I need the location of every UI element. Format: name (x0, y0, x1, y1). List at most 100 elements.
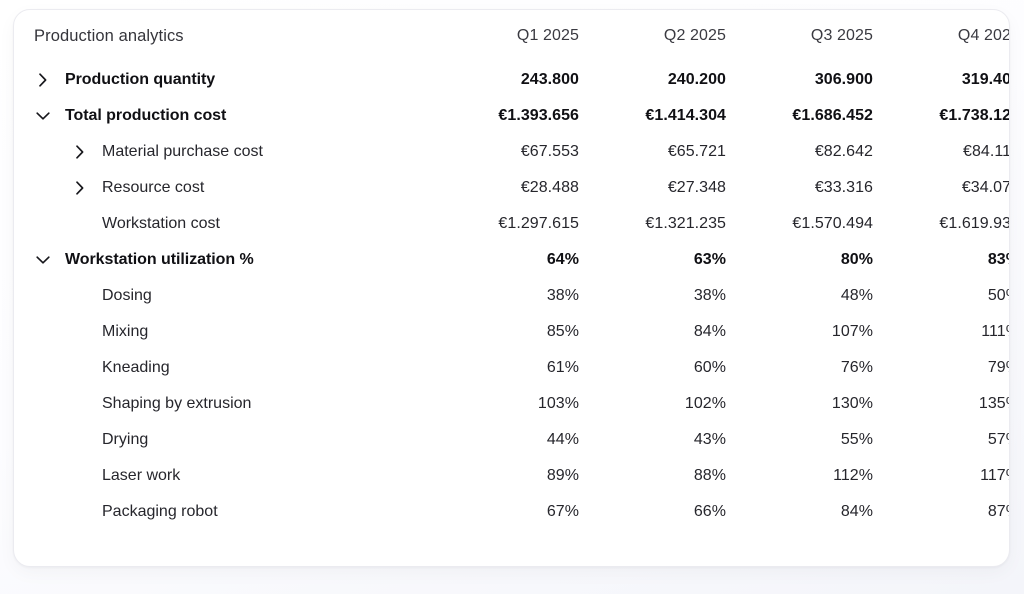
row-value-cell: 79% (987, 359, 1009, 376)
row-value-cell: 243.800 (520, 71, 579, 88)
row-value-cell: 319.400 (961, 71, 1009, 88)
row-label[interactable]: Mixing (102, 323, 148, 341)
row-value-cell: 63% (693, 251, 726, 268)
chevron-right-icon[interactable] (71, 179, 89, 197)
chevron-placeholder (71, 215, 89, 233)
row-label-cell: Packaging robot (14, 494, 434, 530)
row-value-cell: €1.738.129 (939, 107, 1009, 124)
chevron-placeholder (71, 395, 89, 413)
row-value-cell: 80% (840, 251, 873, 268)
row-value-cell: 135% (978, 395, 1009, 412)
table-row: Laser work 89% 88% 112% 117% (14, 458, 1009, 494)
row-label-cell: Drying (14, 422, 434, 458)
chevron-placeholder (71, 287, 89, 305)
row-value-cell: €1.686.452 (792, 107, 873, 124)
table-row: Production quantity 243.800 240.200 306.900… (14, 62, 1009, 98)
row-value-cell: 107% (831, 323, 873, 340)
row-label-cell: Shaping by extrusion (14, 386, 434, 422)
row-label[interactable]: Workstation utilization % (65, 251, 254, 269)
row-value-cell: 61% (546, 359, 579, 376)
row-value-cell: €28.488 (520, 179, 579, 196)
row-label-cell: Laser work (14, 458, 434, 494)
row-value-cell: 130% (831, 395, 873, 412)
row-label[interactable]: Workstation cost (102, 215, 220, 233)
row-value-cell: €65.721 (667, 143, 726, 160)
chevron-right-icon[interactable] (71, 143, 89, 161)
row-label[interactable]: Total production cost (65, 107, 226, 125)
table-row: Mixing 85% 84% 107% 111% (14, 314, 1009, 350)
row-label[interactable]: Packaging robot (102, 503, 218, 521)
row-label-cell: Mixing (14, 314, 434, 350)
row-label[interactable]: Laser work (102, 467, 180, 485)
table-header: Production analytics Q1 2025 Q2 2025 Q3 … (14, 10, 1009, 62)
row-value-cell: €1.414.304 (645, 107, 726, 124)
row-value-cell: 83% (987, 251, 1009, 268)
table-row: Packaging robot 67% 66% 84% 87% (14, 494, 1009, 530)
row-value-cell: €1.297.615 (498, 215, 579, 232)
row-value-cell: 60% (693, 359, 726, 376)
row-value-cell: 84% (840, 503, 873, 520)
chevron-down-icon[interactable] (34, 251, 52, 269)
row-label-cell: Workstation cost (14, 206, 434, 242)
row-value-cell: 88% (693, 467, 726, 484)
chevron-placeholder (71, 359, 89, 377)
table-row: Drying 44% 43% 55% 57% (14, 422, 1009, 458)
row-value-cell: 43% (693, 431, 726, 448)
row-value-cell: €1.393.656 (498, 107, 579, 124)
row-value-cell: €1.570.494 (792, 215, 873, 232)
row-label-cell: Workstation utilization % (14, 242, 434, 278)
row-label-cell: Dosing (14, 278, 434, 314)
row-value-cell: 64% (546, 251, 579, 268)
row-value-cell: 55% (840, 431, 873, 448)
row-label-cell: Total production cost (14, 98, 434, 134)
production-analytics-table: Production analytics Q1 2025 Q2 2025 Q3 … (14, 10, 1009, 530)
production-analytics-card: Production analytics Q1 2025 Q2 2025 Q3 … (13, 9, 1010, 567)
chevron-down-icon[interactable] (34, 107, 52, 125)
row-value-cell: 112% (833, 467, 873, 484)
row-value-cell: 240.200 (667, 71, 726, 88)
row-value-cell: 102% (684, 395, 726, 412)
chevron-placeholder (71, 467, 89, 485)
row-label[interactable]: Material purchase cost (102, 143, 263, 161)
row-value-cell: €34.077 (961, 179, 1009, 196)
chevron-placeholder (71, 503, 89, 521)
row-label[interactable]: Resource cost (102, 179, 204, 197)
row-value-cell: 76% (840, 359, 873, 376)
column-header-q2: Q2 2025 (663, 27, 726, 44)
row-value-cell: €27.348 (667, 179, 726, 196)
row-value-cell: €1.619.939 (939, 215, 1009, 232)
table-row: Workstation utilization % 64% 63% 80% 83% (14, 242, 1009, 278)
chevron-placeholder (71, 431, 89, 449)
table-row: Resource cost €28.488 €27.348 €33.316 €34.07… (14, 170, 1009, 206)
row-value-cell: 57% (987, 431, 1009, 448)
row-value-cell: €67.553 (520, 143, 579, 160)
row-label[interactable]: Drying (102, 431, 148, 449)
row-label[interactable]: Shaping by extrusion (102, 395, 251, 413)
row-value-cell: €33.316 (814, 179, 873, 196)
row-value-cell: 103% (537, 395, 579, 412)
row-value-cell: 111% (981, 323, 1009, 340)
row-value-cell: 306.900 (814, 71, 873, 88)
table-body: Production quantity 243.800 240.200 306.900… (14, 62, 1009, 530)
row-value-cell: €84.113 (963, 143, 1009, 160)
column-header-q1: Q1 2025 (516, 27, 579, 44)
row-label[interactable]: Kneading (102, 359, 170, 377)
row-value-cell: 117% (980, 467, 1009, 484)
row-value-cell: 38% (693, 287, 726, 304)
chevron-placeholder (71, 323, 89, 341)
table-row: Shaping by extrusion 103% 102% 130% 135% (14, 386, 1009, 422)
row-label[interactable]: Production quantity (65, 71, 215, 89)
chevron-right-icon[interactable] (34, 71, 52, 89)
table-row: Dosing 38% 38% 48% 50% (14, 278, 1009, 314)
row-label[interactable]: Dosing (102, 287, 152, 305)
table-header-row: Production analytics Q1 2025 Q2 2025 Q3 … (14, 10, 1009, 62)
row-value-cell: 87% (987, 503, 1009, 520)
row-value-cell: 66% (693, 503, 726, 520)
row-label-cell: Resource cost (14, 170, 434, 206)
row-value-cell: 44% (546, 431, 579, 448)
table-row: Total production cost €1.393.656 €1.414.30… (14, 98, 1009, 134)
column-header-q3: Q3 2025 (810, 27, 873, 44)
row-value-cell: 89% (546, 467, 579, 484)
row-label-cell: Production quantity (14, 62, 434, 98)
page-title: Production analytics (34, 26, 184, 45)
